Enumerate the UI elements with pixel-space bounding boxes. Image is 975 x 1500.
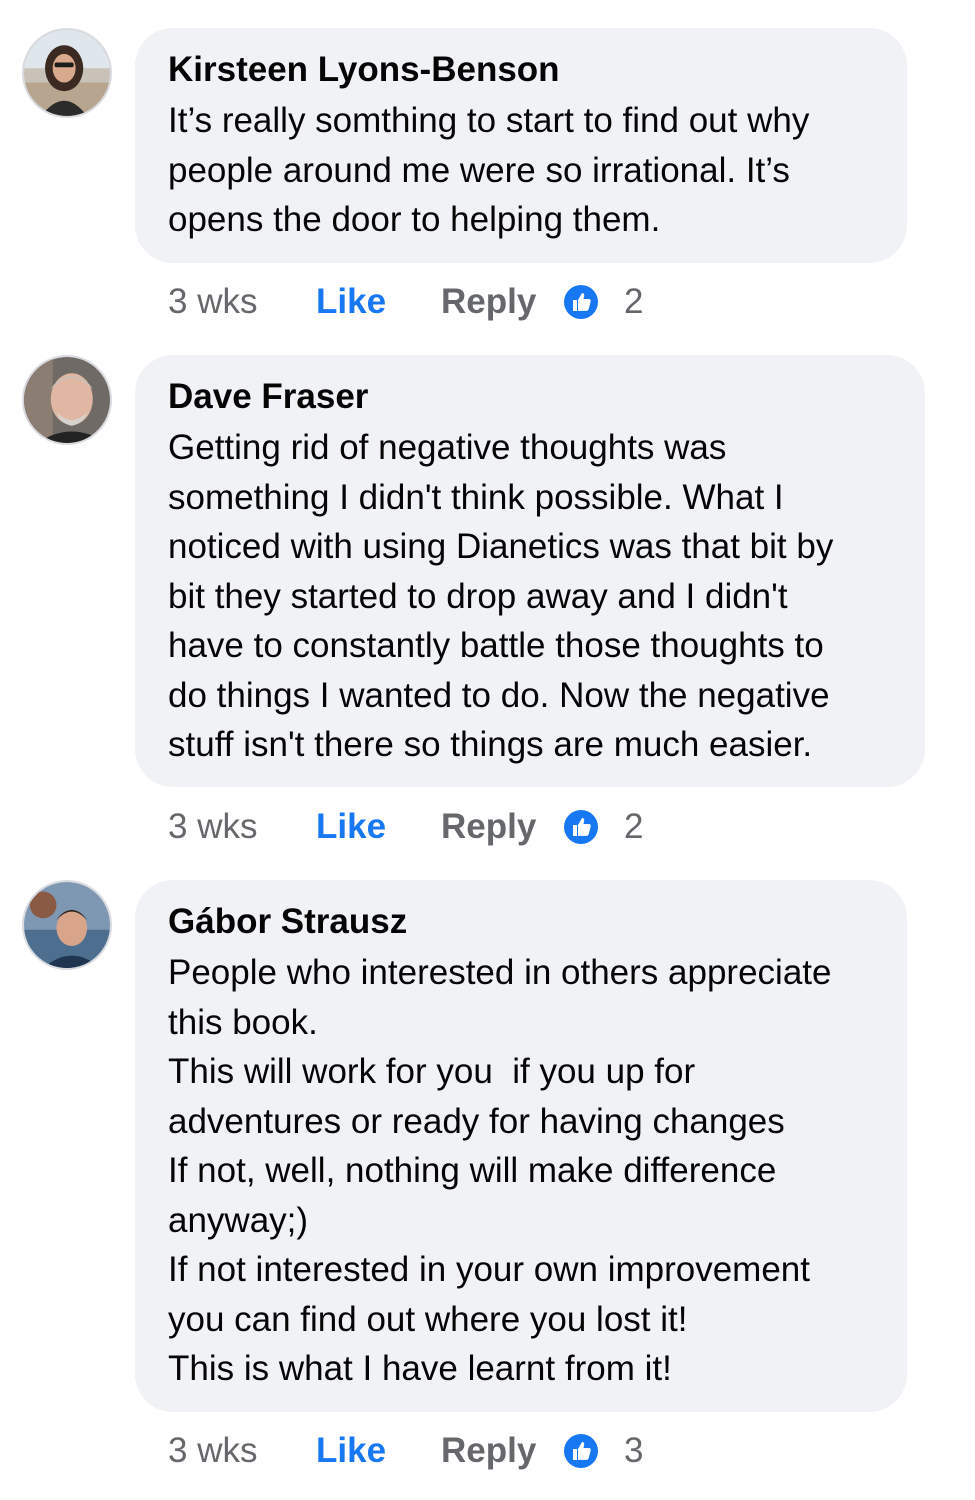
comment-timestamp[interactable]: 3 wks	[168, 1426, 257, 1476]
comment-text-line: This will work for you if you up for	[168, 1052, 696, 1091]
comment-author[interactable]: Gábor Strausz	[168, 902, 877, 942]
comment-text-line: noticed with using Dianetics was that bi…	[168, 527, 834, 566]
comment-text-line: People who interested in others apprecia…	[168, 953, 832, 992]
comment-timestamp[interactable]: 3 wks	[168, 277, 257, 327]
like-button[interactable]: Like	[316, 277, 386, 327]
like-button[interactable]: Like	[316, 1426, 386, 1476]
comment-text-line: anyway;)	[168, 1200, 309, 1240]
like-button[interactable]: Like	[316, 802, 386, 852]
comment-text-line: It’s really somthing to start to find ou…	[168, 101, 810, 140]
avatar-photo-icon	[24, 357, 110, 443]
comment-text-line: If not, well, nothing will make differen…	[168, 1151, 777, 1190]
comment-author[interactable]: Dave Fraser	[168, 377, 895, 417]
comment-text-line: do things I wanted to do. Now the negati…	[168, 675, 830, 715]
comment-bubble: Kirsteen Lyons-Benson It’s really somthi…	[135, 28, 907, 263]
thumbs-up-icon[interactable]	[563, 809, 599, 845]
reaction-count[interactable]: 2	[624, 277, 643, 327]
avatar[interactable]	[22, 28, 112, 118]
avatar[interactable]	[22, 355, 112, 445]
comment-text-line: stuff isn't there so things are much eas…	[168, 725, 813, 764]
comment-author[interactable]: Kirsteen Lyons-Benson	[168, 50, 877, 90]
comment-text-line: If not interested in your own improvemen…	[168, 1250, 810, 1289]
comment-text-line: you can find out where you lost it!	[168, 1299, 688, 1339]
avatar[interactable]	[22, 880, 112, 970]
avatar-photo-icon	[24, 30, 110, 116]
comment-text-line: bit they started to drop away and I didn…	[168, 576, 788, 616]
reaction-count[interactable]: 3	[624, 1426, 643, 1476]
comment-text-line: Getting rid of negative thoughts was	[168, 428, 727, 467]
thumbs-up-icon[interactable]	[563, 1433, 599, 1469]
reaction-count[interactable]: 2	[624, 802, 643, 852]
reply-button[interactable]: Reply	[441, 1426, 536, 1476]
comment-timestamp[interactable]: 3 wks	[168, 802, 257, 852]
comment-bubble: Dave Fraser Getting rid of negative thou…	[135, 355, 925, 787]
avatar-photo-icon	[24, 882, 110, 968]
comment-text-line: adventures or ready for having changes	[168, 1101, 785, 1141]
thumbs-up-icon[interactable]	[563, 284, 599, 320]
comment-text-line: have to constantly battle those thoughts…	[168, 626, 824, 665]
comment-text-line: This is what I have learnt from it!	[168, 1349, 672, 1388]
comment-text-line: this book.	[168, 1002, 318, 1042]
comment-bubble: Gábor Strausz People who interested in o…	[135, 880, 907, 1412]
comment-text-line: people around me were so irrational. It’…	[168, 150, 790, 190]
comment-text-line: opens the door to helping them.	[168, 200, 661, 239]
comment-text-line: something I didn't think possible. What …	[168, 477, 784, 517]
reply-button[interactable]: Reply	[441, 277, 536, 327]
reply-button[interactable]: Reply	[441, 802, 536, 852]
